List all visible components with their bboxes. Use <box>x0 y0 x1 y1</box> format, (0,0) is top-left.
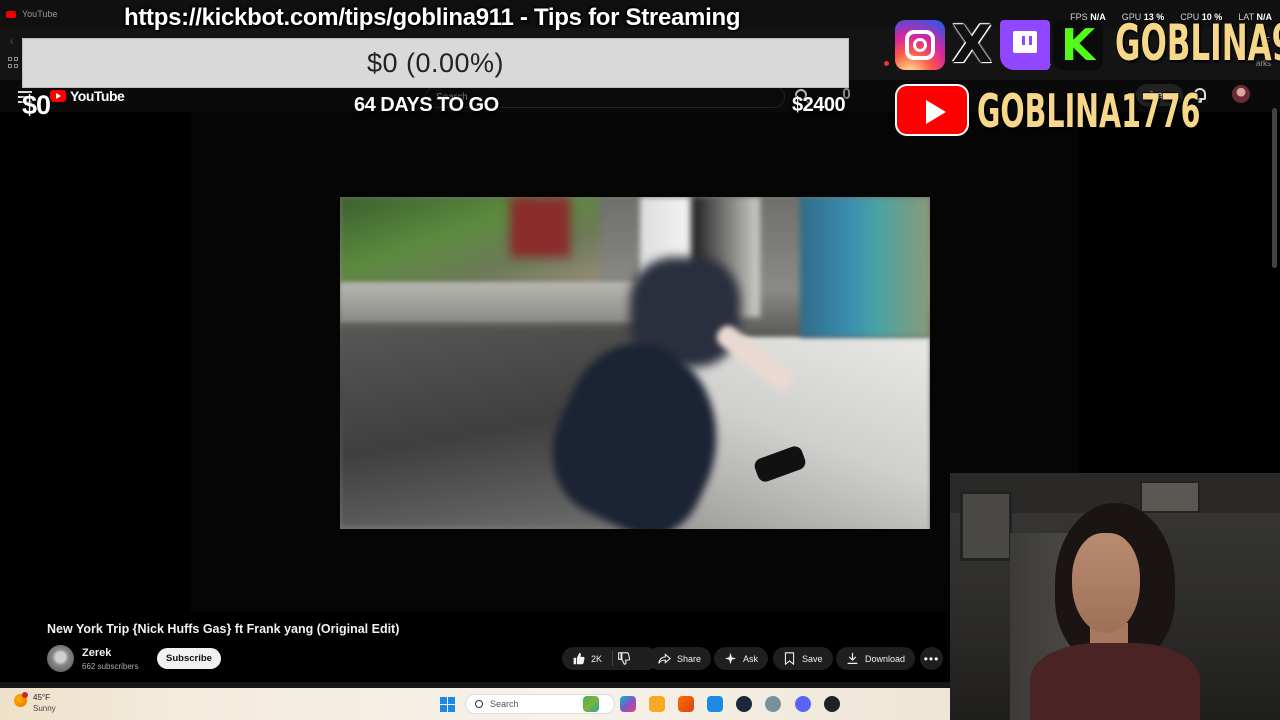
more-actions-button[interactable]: ••• <box>920 647 943 670</box>
settings-gear-icon[interactable] <box>765 696 781 712</box>
x-icon: X <box>951 15 993 75</box>
landscape-widget-icon[interactable] <box>583 696 599 712</box>
download-label: Download <box>865 653 906 664</box>
webcam-feed <box>950 473 1280 720</box>
ask-label: Ask <box>743 653 759 664</box>
thumbs-up-icon <box>573 652 585 665</box>
ask-button[interactable]: Ask <box>714 647 769 670</box>
like-divider <box>612 651 613 666</box>
kick-handle: GOBLINA911 <box>1115 14 1280 72</box>
brave-browser-icon[interactable] <box>678 696 694 712</box>
share-icon <box>658 653 671 664</box>
video-scene-window <box>800 197 930 337</box>
youtube-logo-text: YouTube <box>70 88 125 104</box>
share-button[interactable]: Share <box>648 647 712 670</box>
weather-alert-badge <box>22 692 28 698</box>
share-label: Share <box>677 653 702 664</box>
donation-goal-amount: $0 (0.00%) <box>366 47 505 78</box>
tip-url-banner: https://kickbot.com/tips/goblina911 - Ti… <box>124 4 741 31</box>
thumbs-down-icon[interactable] <box>617 652 630 665</box>
subscribe-button[interactable]: Subscribe <box>157 648 221 669</box>
bookmark-icon <box>784 652 795 665</box>
obs-icon[interactable] <box>824 696 840 712</box>
weather-condition[interactable]: Sunny <box>33 704 56 713</box>
save-label: Save <box>802 653 823 664</box>
webcam-streamer-face <box>1072 533 1140 633</box>
donation-goal-bar: $0 (0.00%) <box>22 38 849 88</box>
like-button[interactable]: 2K <box>562 647 658 670</box>
goal-days-remaining: 64 DAYS TO GO <box>354 94 499 116</box>
webcam-picture-frame <box>1140 481 1200 513</box>
like-count: 2K <box>591 653 603 664</box>
goal-current-amount: $0 <box>22 90 51 120</box>
download-icon <box>847 652 858 664</box>
back-icon[interactable]: ‹ <box>10 36 13 47</box>
video-title: New York Trip {Nick Huffs Gas} ft Frank … <box>47 622 400 636</box>
goal-target-amount: $2400 <box>792 94 846 116</box>
file-explorer-icon[interactable] <box>649 696 665 712</box>
steam-icon[interactable] <box>736 696 752 712</box>
copilot-icon[interactable] <box>620 696 636 712</box>
youtube-logo[interactable]: YouTube <box>50 88 125 104</box>
browser-tab-title: YouTube <box>22 9 58 19</box>
save-button[interactable]: Save <box>773 647 833 670</box>
kick-icon <box>1053 20 1103 70</box>
user-avatar[interactable] <box>1232 85 1250 103</box>
browser-tab[interactable]: YouTube <box>6 4 57 24</box>
page-scrollbar[interactable] <box>1272 108 1277 268</box>
channel-avatar[interactable] <box>47 645 74 672</box>
video-frame[interactable] <box>340 197 930 529</box>
video-scene-red <box>510 197 570 257</box>
download-button[interactable]: Download <box>836 647 916 670</box>
twitch-icon <box>1000 20 1050 70</box>
subscriber-count: 662 subscribers <box>82 662 139 671</box>
webcam-picture-frame <box>960 491 1012 561</box>
youtube-icon <box>895 84 969 136</box>
weather-temperature[interactable]: 45°F <box>33 693 50 702</box>
webcam-streamer-shirt <box>1030 643 1200 720</box>
youtube-handle: GOBLINA1776 <box>977 84 1201 138</box>
youtube-favicon-icon <box>6 10 16 18</box>
youtube-logo-icon <box>50 90 66 102</box>
channel-name[interactable]: Zerek <box>82 647 111 659</box>
sparkle-icon <box>724 652 737 665</box>
discord-icon[interactable] <box>795 696 811 712</box>
apps-grid-icon[interactable] <box>8 57 20 69</box>
calculator-icon[interactable] <box>707 696 723 712</box>
instagram-icon <box>895 20 945 70</box>
windows-start-icon[interactable] <box>440 697 455 712</box>
